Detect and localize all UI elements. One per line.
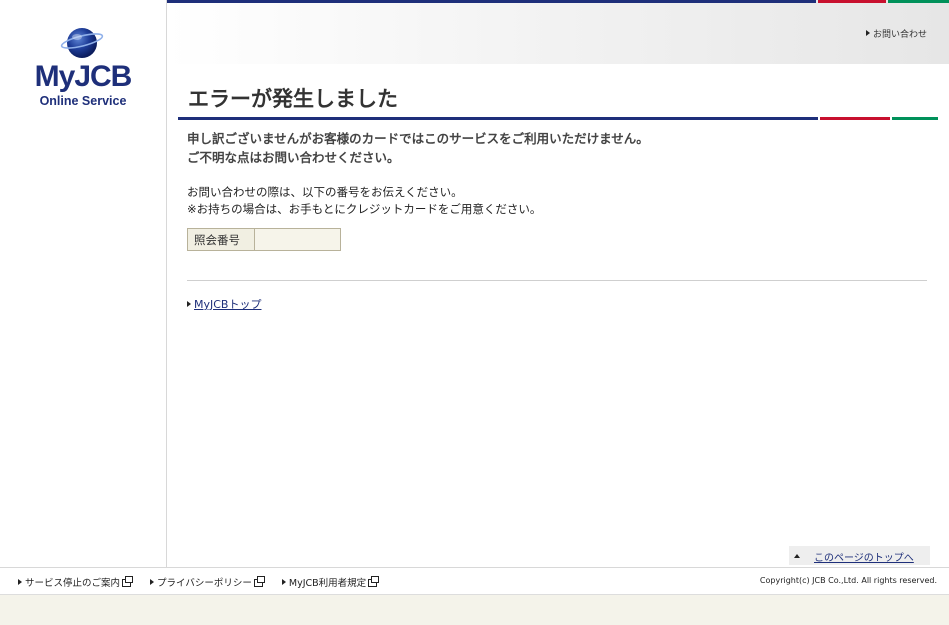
arrow-right-icon [865,30,870,36]
contact-link-label: お問い合わせ [872,30,927,40]
arrow-right-icon [281,579,286,585]
logo-subtitle: Online Service [39,94,127,108]
globe-icon [60,28,104,58]
underline-red [820,117,890,120]
footer-link-service-suspension[interactable]: サービス停止のご案内 [18,576,134,589]
line-blue [167,0,816,3]
sidebar: MyJCB Online Service [0,0,167,567]
copyright: Copyright(c) JCB Co.,Ltd. All rights res… [759,576,937,585]
info-line: お問い合わせの際は、以下の番号をお伝えください。 [187,185,463,199]
arrow-right-icon [187,301,191,307]
error-message: 申し訳ございませんがお客様のカードではこのサービスをご利用いただけません。 ご不… [187,129,649,167]
footer-link-label: サービス停止のご案内 [25,578,121,589]
footer-link-terms[interactable]: MyJCB利用者規定 [281,576,380,589]
page-top-link[interactable]: このページのトップへ [814,549,914,564]
external-window-icon [122,576,134,587]
line-red [818,0,886,3]
footer-links: サービス停止のご案内 プライバシーポリシー MyJCB利用者規定 [18,575,393,589]
header-bar: お問い合わせ [167,0,949,64]
contact-info: お問い合わせの際は、以下の番号をお伝えください。 ※お持ちの場合は、お手もとにク… [187,184,541,218]
divider [187,280,927,281]
header-color-line [167,0,949,3]
external-window-icon [253,576,265,587]
arrow-up-icon [794,554,800,558]
info-line: ※お持ちの場合は、お手もとにクレジットカードをご用意ください。 [187,202,542,216]
myjcb-top-link[interactable]: MyJCBトップ [187,296,261,312]
bottom-band [0,594,949,625]
error-message-line: ご不明な点はお問い合わせください。 [187,150,400,165]
arrow-right-icon [150,579,155,585]
page-top-box: このページのトップへ [789,546,930,565]
title-underline [178,117,938,120]
page-title: エラーが発生しました [188,87,398,111]
reference-value [254,228,341,251]
reference-table: 照会番号 [187,228,341,251]
myjcb-top-link-label: MyJCBトップ [194,298,262,311]
contact-link[interactable]: お問い合わせ [865,27,927,40]
error-message-line: 申し訳ございませんがお客様のカードではこのサービスをご利用いただけません。 [187,131,649,146]
reference-label: 照会番号 [187,228,255,251]
arrow-right-icon [18,579,22,585]
line-green [888,0,949,3]
external-window-icon [368,576,380,587]
underline-blue [178,117,818,120]
underline-green [892,117,938,120]
footer-link-label: プライバシーポリシー [157,578,252,589]
footer-link-label: MyJCB利用者規定 [288,578,367,589]
footer: サービス停止のご案内 プライバシーポリシー MyJCB利用者規定 Copyrig… [0,567,949,594]
myjcb-logo[interactable]: MyJCB Online Service [30,24,136,110]
logo-brand: MyJCB [34,60,133,93]
footer-link-privacy-policy[interactable]: プライバシーポリシー [150,576,265,589]
